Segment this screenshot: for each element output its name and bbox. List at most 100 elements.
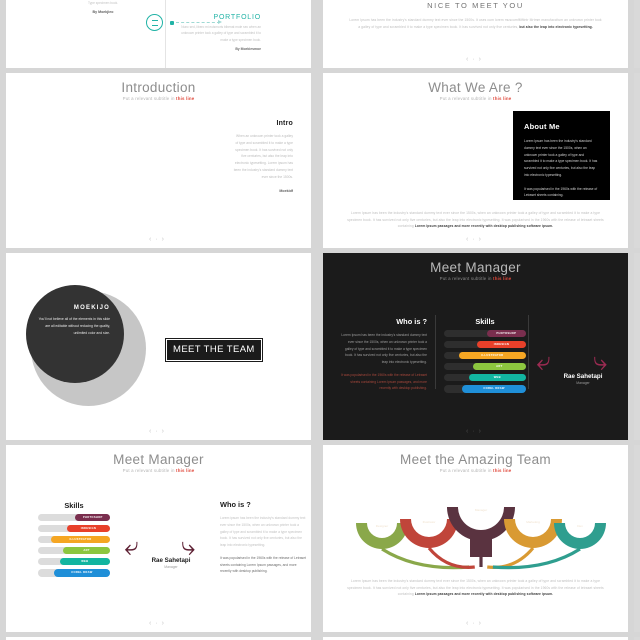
nav-next-icon[interactable]: ›: [479, 236, 485, 243]
meet-manager-dark-title: Meet Manager: [430, 260, 521, 275]
slide-nav[interactable]: ‹·›: [323, 236, 628, 243]
slide-nav[interactable]: ‹·›: [6, 428, 311, 435]
team-circle-heading: MOEKIJO: [73, 305, 110, 311]
skill-bars-dark: PHOTOSHOP INDESIGN ILLUSTRATOR ART WEB COREL …: [444, 329, 526, 393]
amazing-team-title: Meet the Amazing Team: [400, 452, 551, 467]
nav-next-icon[interactable]: ›: [162, 428, 168, 435]
manager-name-block-light: Rae Sahetapi Manager: [136, 557, 206, 569]
skill-bar-fill: PHOTOSHOP: [75, 513, 110, 522]
skill-bar-row: ART: [38, 546, 110, 555]
slide-meet-the-team[interactable]: MOEKIJO You'll not believe all of the el…: [0, 253, 317, 440]
slide-nav[interactable]: ‹·›: [323, 56, 628, 63]
team-member-name: Seeq Chijini: [567, 517, 592, 522]
portfolio-badge-icon: [146, 14, 163, 31]
nice-body: Lorem Ipsum has been the industry's stan…: [349, 17, 602, 30]
introduction-col-body: When an unknown printer took a galley of…: [233, 134, 293, 179]
about-me-paragraph-2: It was popularised in the 1960s with the…: [524, 186, 598, 198]
skill-bar-fill: COREL DRAW: [53, 569, 110, 577]
who-is-heading: Who is ?: [396, 317, 427, 326]
skill-bar-row: PHOTOSHOP: [444, 329, 526, 338]
slide-meet-manager-dark[interactable]: Meet Manager Put a relevant subtitle in …: [317, 253, 634, 440]
team-member-name: Präik Siwitale: [519, 513, 548, 518]
what-we-are-footer: Lorem Ipsum has been the industry's stan…: [347, 210, 604, 230]
amazing-team-footer: Lorem Ipsum has been the industry's stan…: [347, 578, 604, 598]
amazing-subtitle-prefix: Put a relevant subtitle in: [439, 468, 494, 473]
who-is-paragraph-1: Lorem Ipsum has been the industry's stan…: [341, 333, 427, 364]
nav-next-icon[interactable]: ›: [479, 56, 485, 63]
skill-bar-fill: ART: [63, 546, 110, 555]
manager-name-block-dark: Rae Sahetapi Manager: [548, 373, 618, 385]
slide-portfolio[interactable]: Type specimen book. By Moekjieo PORTFOLI…: [0, 0, 317, 68]
portfolio-left-note: Type specimen book.: [87, 1, 119, 5]
slide-nav[interactable]: ‹·›: [323, 428, 628, 435]
skill-bar-row: INDESIGN: [444, 340, 526, 349]
manager-role: Manager: [576, 381, 590, 385]
team-member-name: Roy Vista: [372, 517, 392, 522]
team-circle-body: You'll not believe all of the elements i…: [38, 317, 110, 336]
skill-bars-light: PHOTOSHOP INDESIGN ILLUSTRATOR ART WEB COREL …: [38, 513, 110, 577]
skill-bar-row: INDESIGN: [38, 524, 110, 533]
skills-heading: Skills: [475, 317, 495, 326]
portfolio-divider: [165, 0, 166, 68]
skill-bar-fill: WEB: [59, 557, 110, 566]
team-member-role: Manager: [475, 508, 487, 512]
team-arc-connector: [427, 546, 475, 569]
slide-row-1: Type specimen book. By Moekjieo PORTFOLI…: [0, 0, 640, 68]
skill-bar-row: WEB: [444, 373, 526, 382]
slide-gallery-page: Type specimen book. By Moekjieo PORTFOLI…: [0, 0, 640, 640]
column-divider-right: [528, 315, 529, 389]
team-arc-svg: Roy Vista Designer Armen Maulani Illustrato…: [356, 501, 606, 570]
nav-next-icon[interactable]: ›: [162, 620, 168, 627]
what-subtitle-prefix: Put a relevant subtitle in: [439, 96, 494, 101]
amazing-team-subtitle: Put a relevant subtitle in this line: [323, 468, 628, 473]
skill-bar-row: WEB: [38, 557, 110, 566]
nav-next-icon[interactable]: ›: [479, 620, 485, 627]
slide-meet-manager-light[interactable]: Meet Manager Put a relevant subtitle in …: [0, 445, 317, 632]
slide-nav[interactable]: ‹·›: [323, 620, 628, 627]
slide-what-we-are[interactable]: What We Are ? Put a relevant subtitle in…: [317, 73, 634, 248]
slide-nav[interactable]: ‹·›: [6, 620, 311, 627]
mgr-dark-subtitle-accent: this line: [493, 276, 512, 281]
who-is-column-dark: Who is ? Lorem Ipsum has been the indust…: [339, 317, 427, 392]
about-me-box: About Me Lorem Ipsum has been the indust…: [513, 111, 610, 200]
nav-next-icon[interactable]: ›: [162, 236, 168, 243]
team-member-role: Marketing: [526, 520, 540, 524]
what-we-are-subtitle: Put a relevant subtitle in this line: [323, 96, 628, 101]
skill-bar-row: ILLUSTRATOR: [444, 351, 526, 360]
introduction-title: Introduction: [121, 80, 196, 95]
team-dark-circle: MOEKIJO You'll not believe all of the el…: [26, 285, 124, 383]
manager-name: Rae Sahetapi: [563, 373, 603, 380]
skill-bar-fill: ILLUSTRATOR: [50, 535, 110, 544]
team-member-name: Rae Sahetapi: [465, 501, 498, 507]
meet-manager-dark-subtitle: Put a relevant subtitle in this line: [323, 276, 628, 281]
meet-manager-light-title: Meet Manager: [113, 452, 204, 467]
who-is-paragraph-2: It was popularised in the 1960s with the…: [220, 555, 306, 574]
slide-introduction[interactable]: Introduction Put a relevant subtitle in …: [0, 73, 317, 248]
amazing-footer-bold: Lorem Ipsum passages and more recently w…: [414, 592, 554, 597]
who-is-paragraph-1: Lorem ipsum has been the industry's stan…: [220, 516, 306, 547]
who-is-column-light: Who is ? Lorem ipsum has been the indust…: [220, 500, 306, 575]
team-member-role: Illustrator: [423, 520, 436, 524]
nav-next-icon[interactable]: ›: [479, 428, 485, 435]
skill-bar-fill: ILLUSTRATOR: [458, 351, 526, 360]
slide-amazing-team[interactable]: Meet the Amazing Team Put a relevant sub…: [317, 445, 634, 632]
what-footer-bold: Lorem Ipsum passages and more recently w…: [414, 224, 554, 229]
about-me-heading: About Me: [524, 122, 560, 131]
slide-row-3: MOEKIJO You'll not believe all of the el…: [0, 253, 640, 440]
manager-role: Manager: [164, 565, 178, 569]
what-subtitle-accent: this line: [493, 96, 512, 101]
manager-name: Rae Sahetapi: [151, 557, 191, 564]
about-me-paragraph-1: Lorem Ipsum has been the industry's stan…: [524, 139, 598, 177]
slide-nav[interactable]: ‹·›: [6, 236, 311, 243]
introduction-column: Intro When an unknown printer took a gal…: [233, 120, 293, 193]
mgr-light-subtitle-prefix: Put a relevant subtitle in: [122, 468, 177, 473]
team-arc-connector: [487, 546, 535, 569]
skill-bar-fill: INDESIGN: [66, 524, 110, 533]
slide-nice-to-meet-you[interactable]: NICE TO MEET YOU Lorem Ipsum has been th…: [317, 0, 634, 68]
skill-bar-row: ART: [444, 362, 526, 371]
skill-bar-fill: WEB: [468, 373, 526, 382]
timeline-dot-icon: [170, 20, 174, 25]
skills-chart-light: Skills PHOTOSHOP INDESIGN ILLUSTRATOR ART WE…: [38, 501, 110, 577]
meet-manager-light-subtitle: Put a relevant subtitle in this line: [6, 468, 311, 473]
skill-bar-fill: ART: [472, 362, 526, 371]
